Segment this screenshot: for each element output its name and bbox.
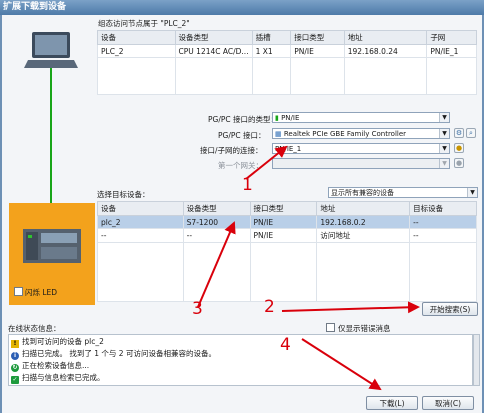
annotation-1: 1	[242, 175, 253, 195]
annotation-4: 4	[280, 335, 291, 355]
annotation-arrows	[197, 145, 420, 391]
dialog-body: 组态访问节点属于 "PLC_2" 设备 设备类型 插槽 接口类型 地址 子网 P…	[0, 15, 484, 413]
arrow-3	[197, 221, 236, 308]
window-title: 扩展下载到设备	[0, 0, 484, 15]
annotation-3: 3	[192, 299, 203, 319]
arrow-4	[301, 338, 382, 391]
arrow-2	[281, 301, 420, 314]
annotation-2: 2	[264, 297, 275, 317]
